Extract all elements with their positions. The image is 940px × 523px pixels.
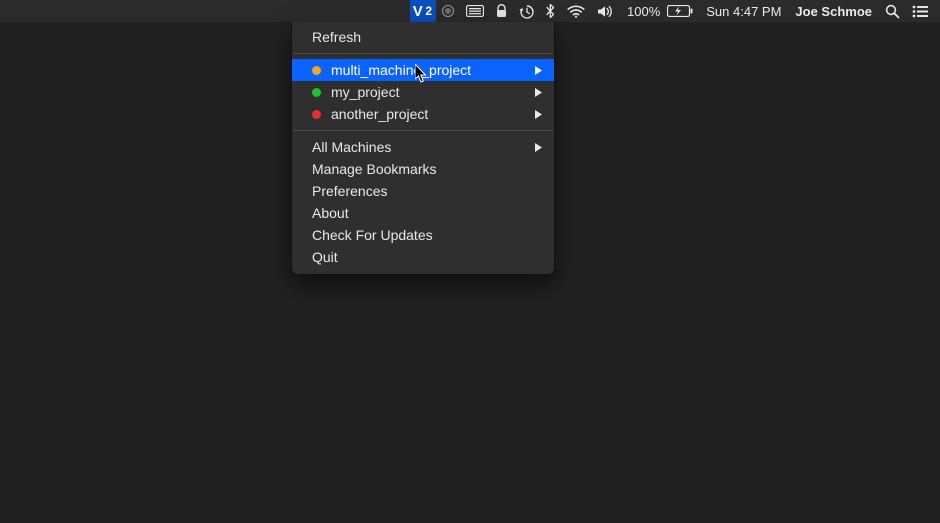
timemachine-icon[interactable] [513,0,540,22]
wifi-icon[interactable] [561,0,591,22]
menu-item-refresh[interactable]: Refresh [292,26,554,48]
menu-item-label: Refresh [312,29,540,45]
app-icon-badge: 2 [425,4,432,18]
menu-item-label: multi_machine_project [331,62,540,78]
menu-item-project[interactable]: multi_machine_project [292,59,554,81]
status-dot-icon [312,88,321,97]
menu-item-label: About [312,205,540,221]
status-dot-icon [312,110,321,119]
menu-item-manage-bookmarks[interactable]: Manage Bookmarks [292,158,554,180]
menubar-username[interactable]: Joe Schmoe [788,4,879,19]
menu-item-label: Quit [312,249,540,265]
battery-icon[interactable] [667,0,699,22]
menu-item-about[interactable]: About [292,202,554,224]
menu-separator [293,53,553,54]
menu-item-label: All Machines [312,139,540,155]
keyboard-icon[interactable] [460,0,490,22]
submenu-arrow-icon [535,106,542,122]
menu-item-project[interactable]: my_project [292,81,554,103]
menu-separator [293,130,553,131]
submenu-arrow-icon [535,84,542,100]
vagrant-manager-menubar-icon[interactable]: V 2 [410,0,436,22]
battery-percent[interactable]: 100% [620,4,667,19]
menu-item-preferences[interactable]: Preferences [292,180,554,202]
menu-item-label: Manage Bookmarks [312,161,540,177]
menu-item-check-for-updates[interactable]: Check For Updates [292,224,554,246]
app-icon-letter: V [413,3,424,20]
menu-item-label: Check For Updates [312,227,540,243]
vagrant-manager-menu: Refresh multi_machine_project my_projecta… [291,22,555,275]
menu-item-label: Preferences [312,183,540,199]
volume-icon[interactable] [591,0,620,22]
menu-item-project[interactable]: another_project [292,103,554,125]
notification-center-icon[interactable] [906,0,934,22]
submenu-arrow-icon [535,139,542,155]
spotlight-icon[interactable] [879,0,906,22]
lock-icon[interactable] [490,0,513,22]
macos-menubar: V 2 100% Sun 4:47 PM Joe Schmoe [0,0,940,22]
menu-item-quit[interactable]: Quit [292,246,554,268]
submenu-arrow-icon [535,62,542,78]
bluetooth-icon[interactable] [540,0,561,22]
menu-item-label: my_project [331,84,540,100]
record-icon[interactable] [436,0,460,22]
status-dot-icon [312,66,321,75]
menu-item-all-machines[interactable]: All Machines [292,136,554,158]
menubar-clock[interactable]: Sun 4:47 PM [699,4,788,19]
menu-item-label: another_project [331,106,540,122]
